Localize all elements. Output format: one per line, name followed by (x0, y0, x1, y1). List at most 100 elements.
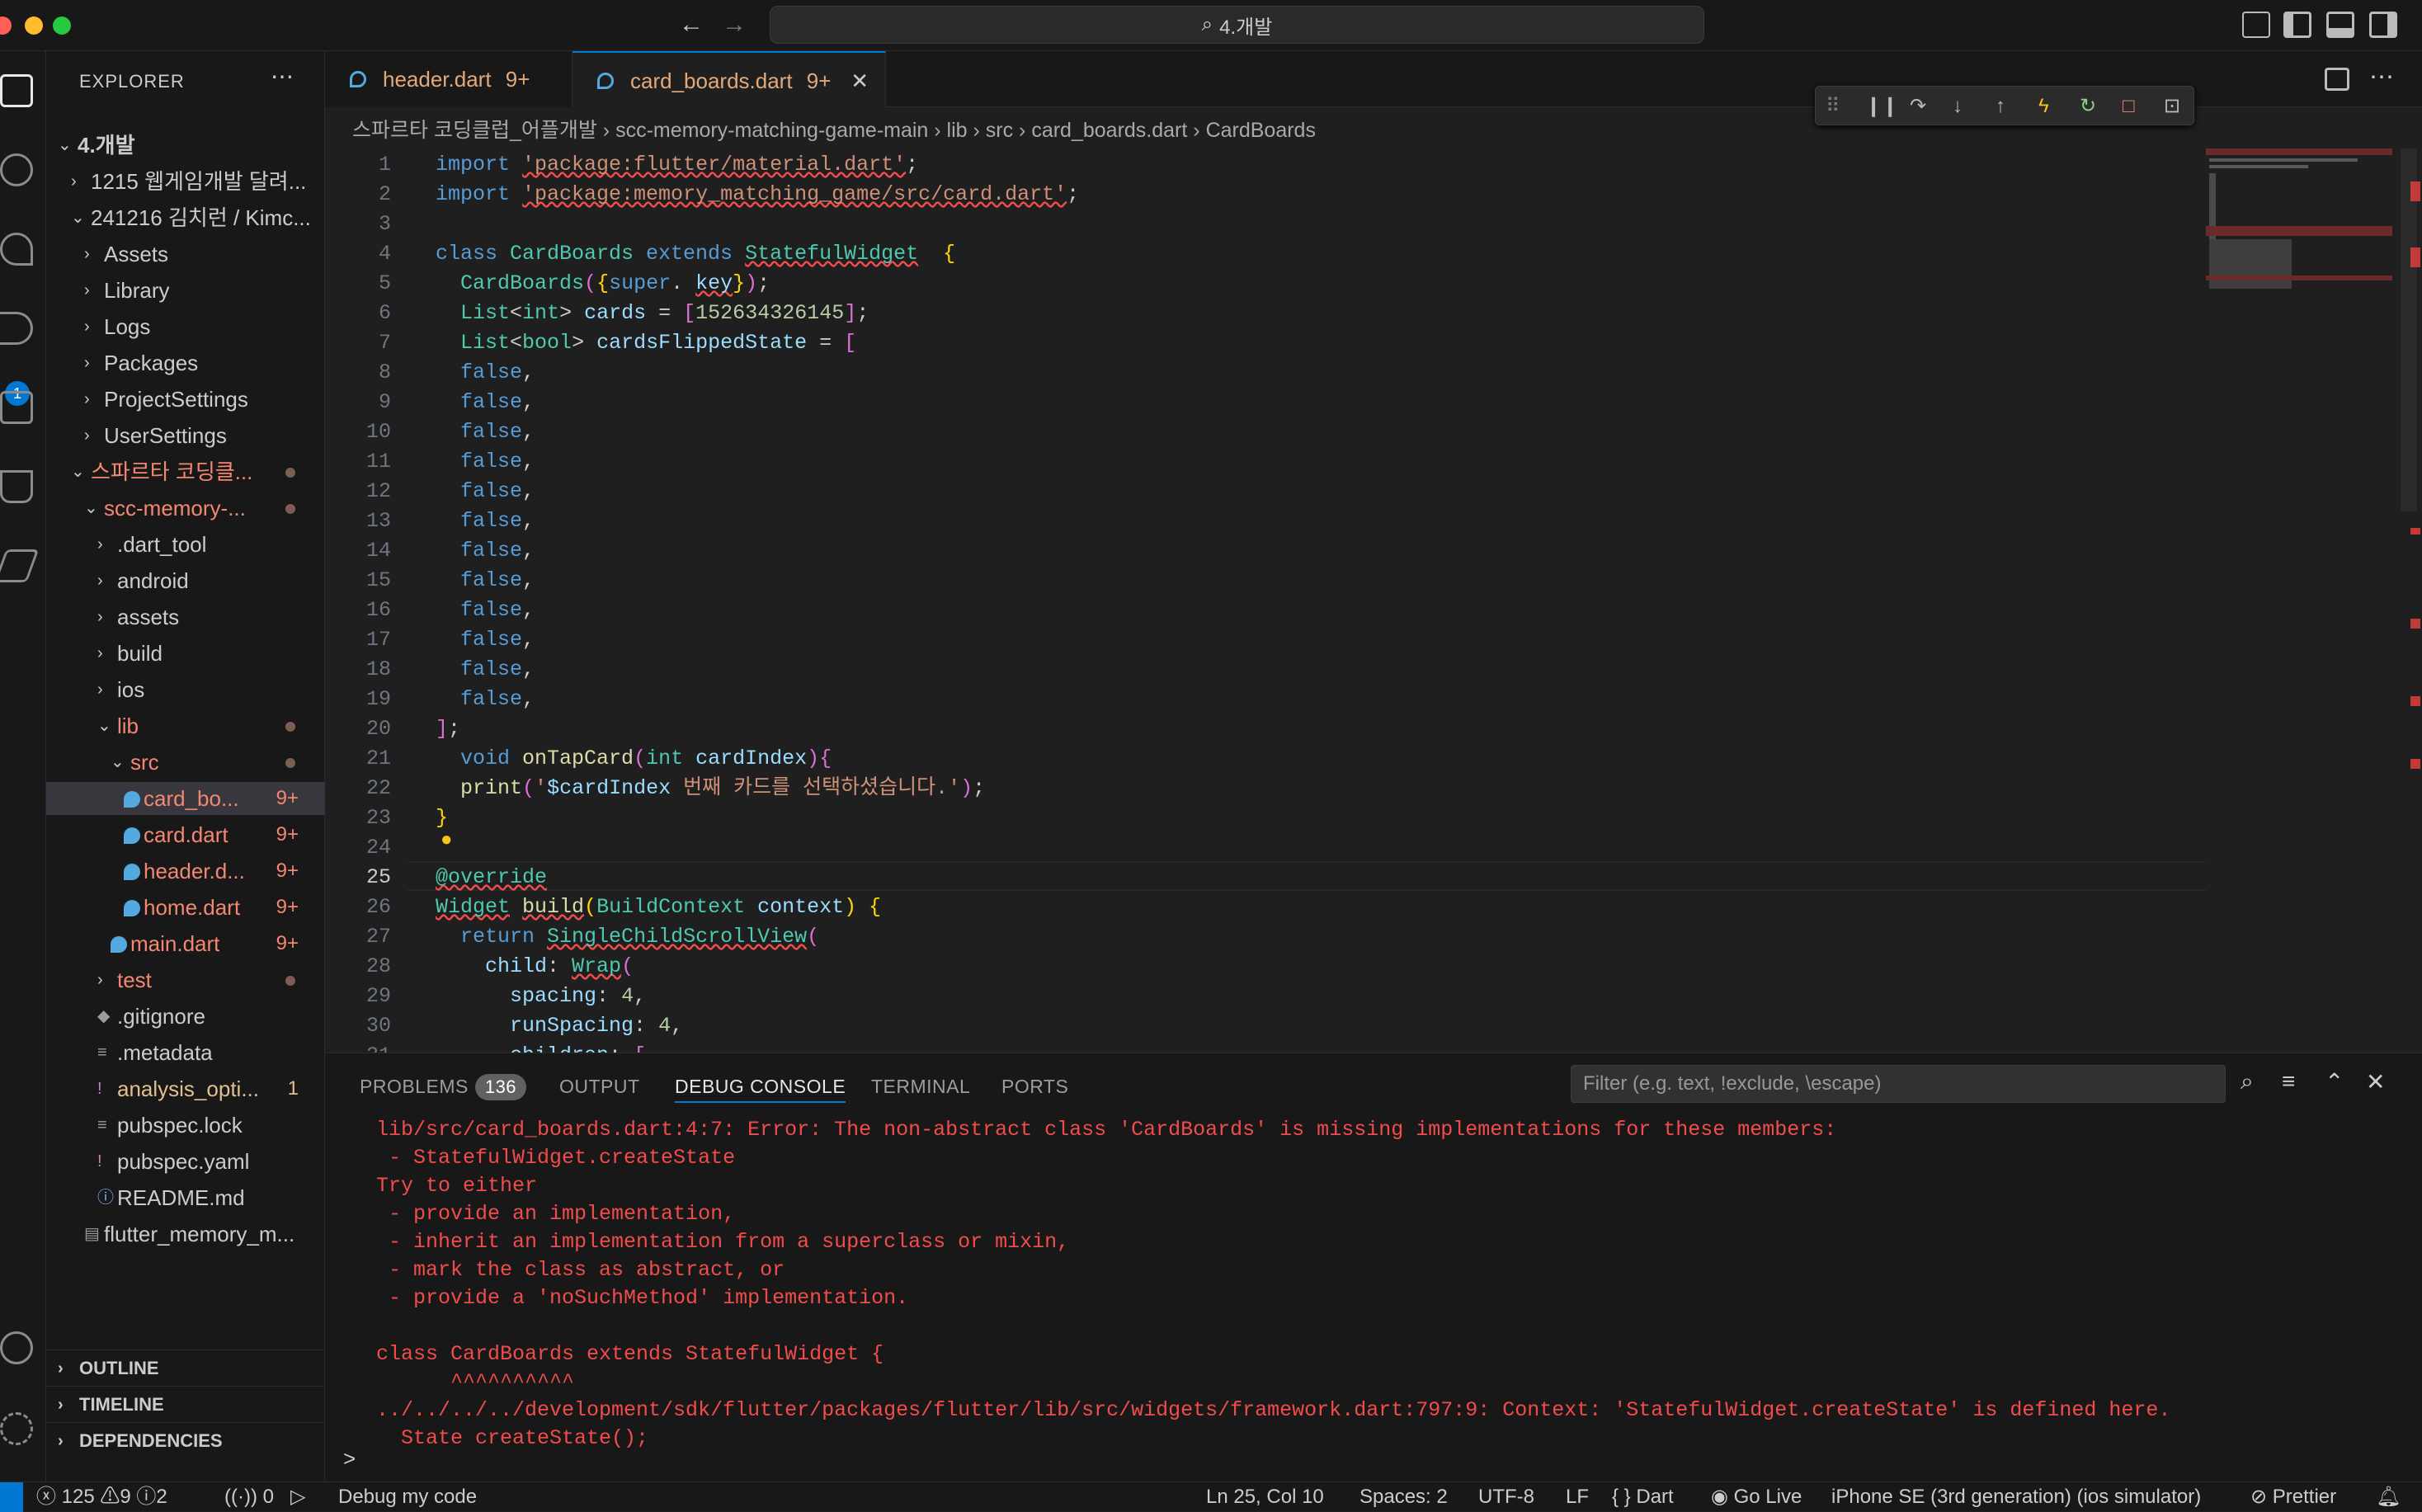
folder-item[interactable]: ⌄ 241216 김치런 / Kimc... (46, 201, 325, 234)
back-arrow-icon[interactable]: ← (675, 10, 708, 40)
outline-section[interactable]: › OUTLINE (46, 1349, 325, 1386)
remote-indicator[interactable] (0, 1482, 23, 1512)
folder-item[interactable]: › .dart_tool (46, 528, 325, 561)
breadcrumb-item[interactable]: scc-memory-matching-game-main (615, 119, 928, 142)
breadcrumb-item[interactable]: CardBoards (1206, 119, 1316, 142)
step-out-icon[interactable]: ↑ (1996, 97, 2005, 116)
run-debug-icon[interactable]: ▷ (290, 1482, 305, 1512)
accounts-icon[interactable] (0, 1331, 33, 1364)
folder-item[interactable]: › assets (46, 601, 325, 634)
folder-item[interactable]: › Packages (46, 346, 325, 379)
dependencies-section[interactable]: › DEPENDENCIES (46, 1422, 325, 1458)
drag-handle-icon[interactable]: ⠿ (1826, 97, 1840, 116)
prettier-status[interactable]: ⊘ Prettier (2250, 1482, 2336, 1512)
restart-icon[interactable]: ↻ (2080, 97, 2096, 116)
folder-item[interactable]: ⌄ 4.개발 (46, 129, 325, 162)
file-item[interactable]: ≡ pubspec.lock (46, 1109, 325, 1142)
tab-debug-console[interactable]: DEBUG CONSOLE (675, 1070, 846, 1103)
customize-layout-icon[interactable] (2242, 12, 2270, 38)
code-line[interactable]: false, (436, 655, 535, 685)
step-into-icon[interactable]: ↓ (1953, 97, 1963, 116)
device-selector[interactable]: iPhone SE (3rd generation) (ios simulato… (1831, 1482, 2201, 1512)
code-line[interactable]: false, (436, 536, 535, 566)
folder-item[interactable]: ⌄ 스파르타 코딩클... (46, 455, 325, 488)
folder-item[interactable]: ⌄ scc-memory-... (46, 492, 325, 525)
file-item[interactable]: main.dart 9+ (46, 927, 325, 960)
folder-item[interactable]: › Logs (46, 310, 325, 343)
go-live-button[interactable]: ◉ Go Live (1711, 1482, 1802, 1512)
folder-item[interactable]: › ProjectSettings (46, 383, 325, 416)
explorer-icon[interactable] (0, 74, 33, 107)
console-prompt[interactable]: > (343, 1446, 356, 1472)
timeline-section[interactable]: › TIMELINE (46, 1386, 325, 1422)
tab-ports[interactable]: PORTS (1001, 1070, 1068, 1103)
toggle-secondary-sidebar-icon[interactable] (2369, 12, 2397, 38)
close-window-button[interactable] (0, 16, 12, 35)
close-icon[interactable]: ✕ (851, 53, 869, 109)
folder-item[interactable]: ⌄ lib (46, 709, 325, 742)
code-line[interactable]: import 'package:flutter/material.dart'; (436, 150, 931, 180)
code-line[interactable]: } (436, 803, 448, 833)
folder-item[interactable]: › build (46, 637, 325, 670)
tab-header-dart[interactable]: header.dart 9+ (325, 51, 573, 107)
inspect-widget-icon[interactable]: ⊡ (2164, 97, 2180, 116)
file-item[interactable]: ! pubspec.yaml (46, 1145, 325, 1178)
code-line[interactable]: import 'package:memory_matching_game/src… (436, 180, 1079, 210)
folder-item[interactable]: › Assets (46, 238, 325, 271)
more-actions-icon[interactable]: ⋯ (2369, 63, 2394, 92)
code-line[interactable]: false, (436, 417, 535, 447)
encoding[interactable]: UTF-8 (1478, 1482, 1534, 1512)
tab-output[interactable]: OUTPUT (559, 1070, 640, 1103)
folder-item[interactable]: › UserSettings (46, 419, 325, 452)
code-line[interactable]: List<bool> cardsFlippedState = [ (436, 328, 856, 358)
settings-gear-icon[interactable] (0, 1412, 33, 1445)
file-item[interactable]: ≡ .metadata (46, 1036, 325, 1069)
lightbulb-icon[interactable]: ● (441, 830, 452, 852)
code-editor[interactable]: 1 import 'package:flutter/material.dart';… (325, 148, 2422, 1053)
stop-icon[interactable]: □ (2123, 97, 2135, 116)
code-line[interactable]: ]; (436, 714, 460, 744)
code-line[interactable]: false, (436, 358, 535, 388)
flutter-icon[interactable] (0, 549, 40, 582)
minimize-window-button[interactable] (25, 16, 43, 35)
maximize-window-button[interactable] (53, 16, 71, 35)
pause-icon[interactable]: ❙❙ (1865, 97, 1898, 116)
language-mode[interactable]: { } Dart (1612, 1482, 1674, 1512)
file-item[interactable]: ! analysis_opti... 1 (46, 1072, 325, 1105)
notifications-bell-icon[interactable]: 🔔︎ (2376, 1482, 2401, 1512)
code-line[interactable]: return SingleChildScrollView( (436, 922, 819, 952)
search-icon[interactable]: ⌕ (2241, 1068, 2254, 1095)
file-item[interactable]: home.dart 9+ (46, 891, 325, 924)
file-item[interactable]: ⓘ README.md (46, 1181, 325, 1214)
forward-arrow-icon[interactable]: → (718, 10, 751, 40)
launch-config[interactable]: Debug my code (338, 1482, 477, 1512)
toggle-primary-sidebar-icon[interactable] (2283, 12, 2311, 38)
code-line[interactable]: Widget build(BuildContext context) { (436, 893, 881, 922)
command-center-search[interactable]: ⌕ 4.개발 (770, 6, 1704, 44)
code-line[interactable]: false, (436, 566, 535, 596)
more-actions-icon[interactable]: ⋯ (271, 63, 294, 90)
ports-status[interactable]: ((·)) 0 (224, 1482, 274, 1512)
code-line[interactable]: spacing: 4, (436, 982, 646, 1011)
run-debug-icon[interactable] (0, 312, 33, 345)
code-line[interactable]: false, (436, 625, 535, 655)
minimap[interactable] (2206, 148, 2422, 1053)
source-control-icon[interactable] (0, 233, 33, 266)
tab-terminal[interactable]: TERMINAL (871, 1070, 970, 1103)
code-line[interactable]: false, (436, 596, 535, 625)
toggle-panel-icon[interactable] (2326, 12, 2354, 38)
maximize-panel-icon[interactable]: ⌃ (2325, 1068, 2344, 1095)
code-line[interactable]: void onTapCard(int cardIndex){ (436, 744, 832, 774)
folder-item[interactable]: › test (46, 963, 325, 996)
code-line[interactable]: runSpacing: 4, (436, 1011, 683, 1041)
folder-item[interactable]: › ios (46, 673, 325, 706)
cursor-position[interactable]: Ln 25, Col 10 (1206, 1482, 1324, 1512)
code-line[interactable]: false, (436, 388, 535, 417)
breadcrumb-item[interactable]: card_boards.dart (1031, 119, 1187, 142)
file-item[interactable]: ◆ .gitignore (46, 1000, 325, 1033)
indentation[interactable]: Spaces: 2 (1359, 1482, 1448, 1512)
clear-console-icon[interactable]: ≡ (2282, 1068, 2295, 1095)
code-line[interactable]: @override (436, 863, 547, 893)
code-line[interactable]: children: [ (436, 1041, 646, 1053)
code-line[interactable]: class CardBoards extends StatefulWidget … (436, 239, 955, 269)
